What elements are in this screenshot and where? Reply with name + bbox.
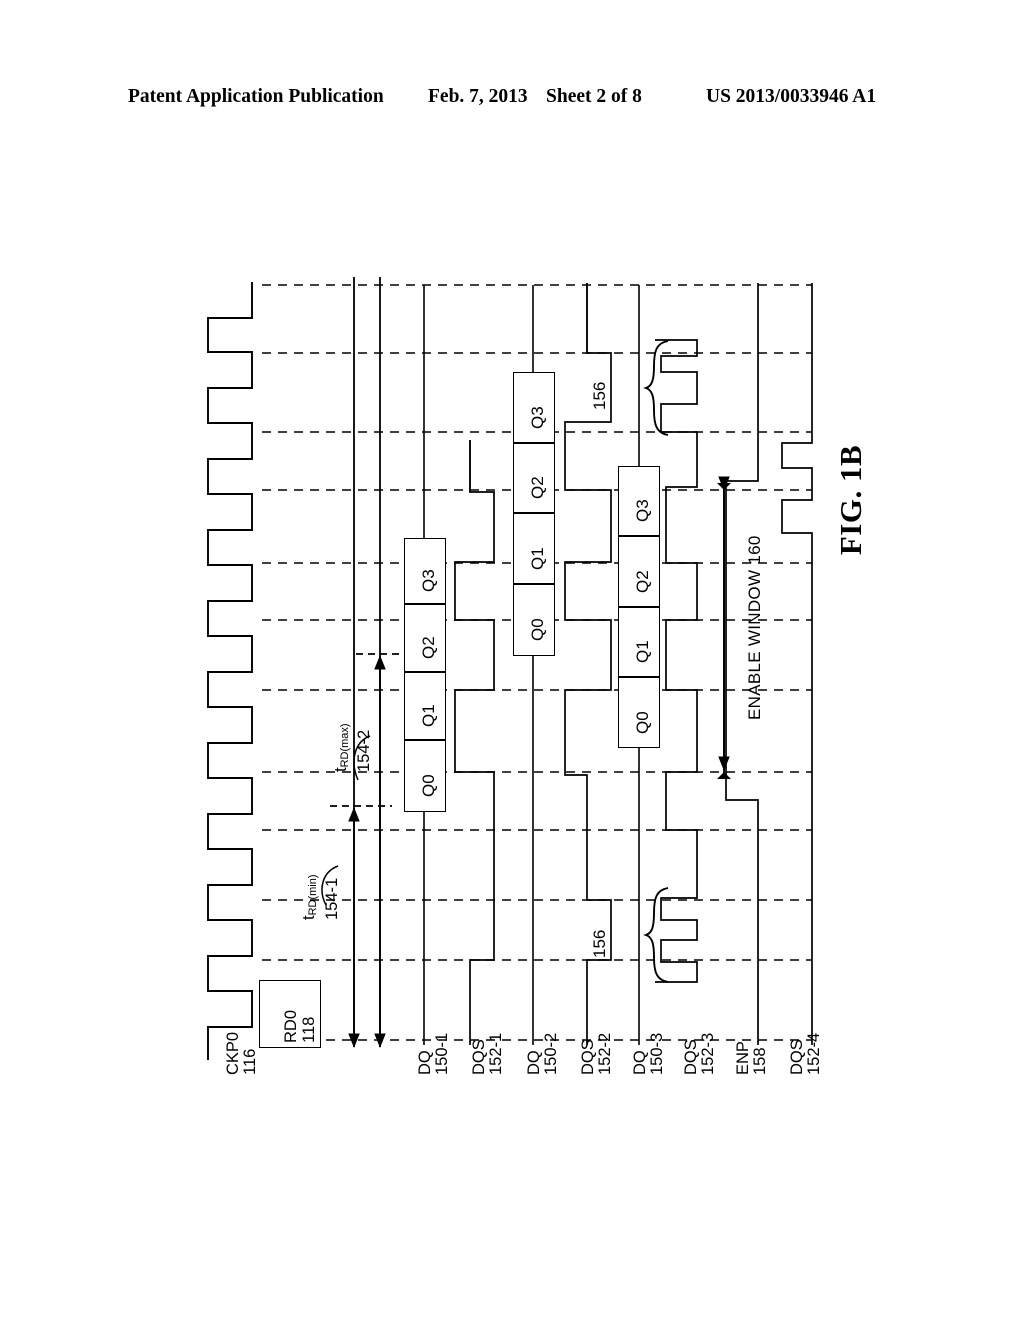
signal-label-dqs-152-3: DQS 152-3 [682,1032,717,1075]
dq-word-label: Q0 [419,774,438,797]
dq-150-1-word-q3: Q3 [404,538,446,604]
enable-window-label: ENABLE WINDOW 160 [745,535,764,720]
signal-label-dq-150-2: DQ 150-2 [525,1032,560,1075]
dq-word-label: Q1 [419,704,438,727]
dq-word-label: Q3 [528,406,547,429]
dq-150-1-word-q2: Q2 [404,604,446,672]
dqs-152-4-waveform [781,283,813,1045]
dq-word-label: Q3 [633,499,652,522]
dq-150-2-word-q2: Q2 [513,443,555,513]
figure-label: FIG. 1B [833,444,868,556]
dq-150-3-word-q2: Q2 [618,536,660,607]
dq-150-1-word-q1: Q1 [404,672,446,740]
signal-label-ckp0: CKP0 116 [224,1031,259,1075]
dq-word-label: Q0 [528,618,547,641]
dqs-152-3-waveform [655,339,698,983]
dq-150-2-word-q1: Q1 [513,513,555,584]
trd-min-label: tRD(min) 154-1 [300,874,341,920]
rd0-command-box: RD0 118 [259,980,321,1048]
dq-150-2-word-q0: Q0 [513,584,555,656]
signal-label-dqs-152-1: DQS 152-1 [470,1032,505,1075]
rd0-command-label: RD0 118 [282,1009,318,1043]
dq-word-label: Q3 [419,569,438,592]
dq-word-label: Q2 [528,476,547,499]
preamble-brace-upper-label: 156 [590,381,609,410]
dq-word-label: Q0 [633,711,652,734]
waveform-canvas [207,277,813,1060]
timing-diagram-figure: RD0 118 Q0 Q1 Q2 Q3 Q0 Q1 Q2 Q3 Q0 Q1 Q2… [0,0,1024,1320]
signal-label-enp-158: ENP 158 [734,1041,769,1075]
trd-max-label: tRD(max) 154-2 [332,723,373,772]
dq-word-label: Q1 [633,640,652,663]
signal-label-dqs-152-4: DQS 152-4 [788,1032,823,1075]
dq-150-2-word-q3: Q3 [513,372,555,443]
trd-min-arrow [330,805,392,1047]
preamble-brace-upper [643,340,669,436]
dq-150-3-word-q1: Q1 [618,607,660,677]
dq-word-label: Q2 [633,570,652,593]
dq-word-label: Q1 [528,547,547,570]
dq-150-3-word-q0: Q0 [618,677,660,748]
signal-label-dq-150-3: DQ 150-3 [631,1032,666,1075]
ckp0-clock-waveform [207,282,253,1060]
enable-window-arrow [717,476,731,779]
rd0-command-arrows [348,277,386,1048]
dq-150-1-word-q0: Q0 [404,740,446,812]
dq-150-3-word-q3: Q3 [618,466,660,536]
signal-label-dqs-152-2: DQS 152-2 [579,1032,614,1075]
signal-label-dq-150-1: DQ 150-1 [416,1032,451,1075]
dq-word-label: Q2 [419,636,438,659]
